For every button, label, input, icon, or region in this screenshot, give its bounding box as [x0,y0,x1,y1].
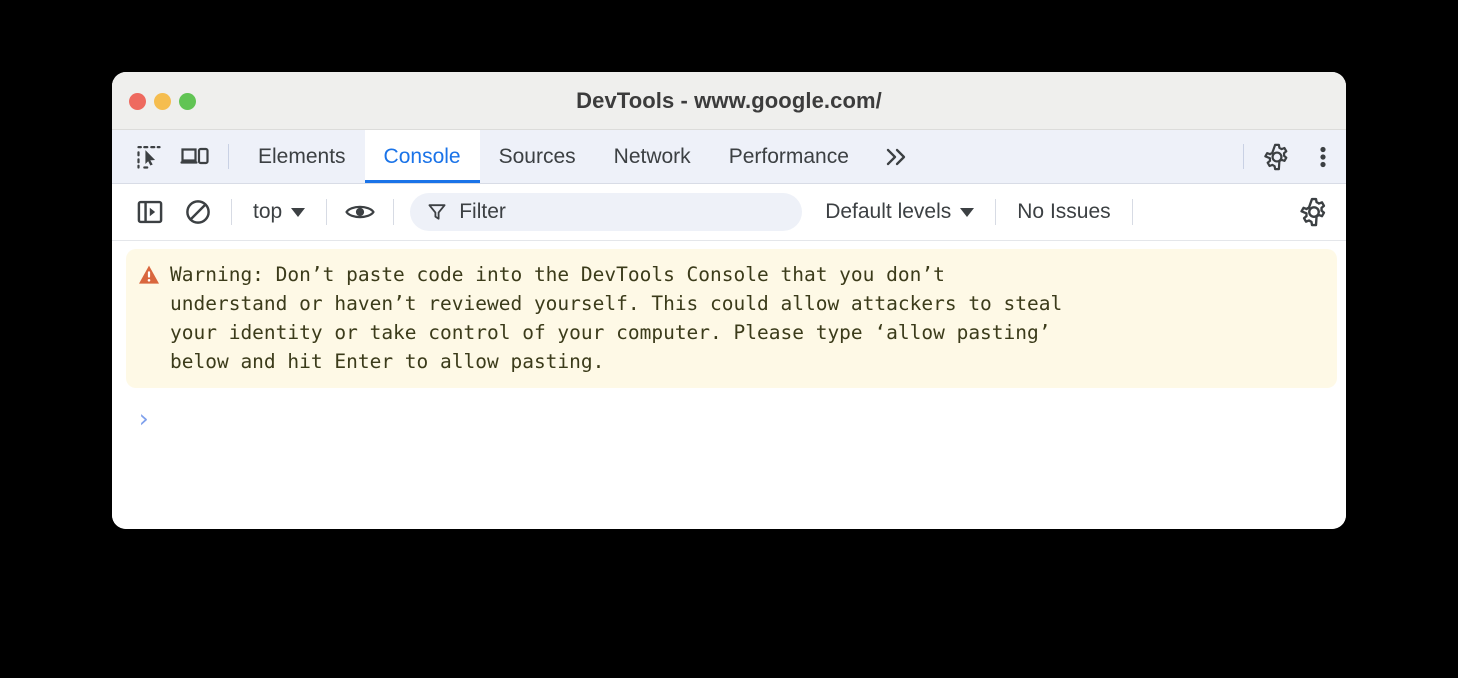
tabbar-right-group [1233,130,1346,183]
clear-console-icon [186,200,210,224]
prompt-chevron-icon: › [136,403,152,433]
gear-icon [1264,143,1288,170]
console-toolbar: top Filter Default levels No Issues [112,184,1346,241]
console-sidebar-icon [137,200,163,224]
warning-message-text: Warning: Don’t paste code into the DevTo… [170,263,1063,373]
gear-icon [1300,197,1326,227]
console-toolbar-divider-4 [995,199,997,225]
issues-counter-button[interactable]: No Issues [1005,200,1122,224]
console-toolbar-divider-2 [326,199,328,225]
chevron-double-right-icon [886,148,906,165]
tab-performance[interactable]: Performance [710,130,868,183]
devtools-tabbar: Elements Console Sources Network Perform… [112,130,1346,184]
tab-sources[interactable]: Sources [480,130,595,183]
devtools-window: DevTools - www.google.com/ Elements Cons… [112,72,1346,529]
log-level-selector[interactable]: Default levels [813,200,986,224]
tab-label: Sources [498,144,576,168]
clear-console-button[interactable] [174,188,222,236]
execution-context-label: top [253,200,283,223]
minimize-window-button[interactable] [154,92,171,110]
device-toolbar-button[interactable] [172,130,218,183]
log-level-label: Default levels [825,200,952,223]
window-title: DevTools - www.google.com/ [576,87,882,113]
traffic-light-group [129,72,196,130]
tabbar-divider [228,144,229,169]
console-toolbar-divider-3 [393,199,395,225]
zoom-window-button[interactable] [179,92,196,110]
screen-background: DevTools - www.google.com/ Elements Cons… [0,0,1458,678]
tab-elements[interactable]: Elements [239,130,365,183]
tabbar-right-divider [1243,144,1244,169]
filter-placeholder-text: Filter [459,200,506,223]
tab-label: Elements [258,144,346,168]
device-toolbar-icon [180,147,209,164]
devtools-settings-button[interactable] [1254,130,1300,183]
inspect-element-icon [137,145,161,169]
chevron-down-icon [960,207,975,217]
devtools-main-menu-button[interactable] [1300,130,1346,183]
live-expression-button[interactable] [336,188,384,236]
tab-console[interactable]: Console [364,130,480,183]
tab-label: Console [383,144,461,168]
more-tabs-button[interactable] [868,130,926,183]
tab-label: Network [613,144,691,168]
console-toolbar-divider-1 [231,199,232,225]
console-filter-input[interactable]: Filter [410,193,803,231]
live-expression-eye-icon [345,205,375,219]
warning-triangle-icon [139,265,159,284]
console-warning-message: Warning: Don’t paste code into the DevTo… [126,249,1337,388]
three-dots-vertical-icon [1320,146,1326,167]
console-toolbar-divider-5 [1131,199,1133,225]
chevron-down-icon [291,207,306,217]
window-titlebar: DevTools - www.google.com/ [112,72,1346,130]
tab-network[interactable]: Network [595,130,710,183]
console-sidebar-toggle-button[interactable] [126,188,174,236]
filter-funnel-icon [428,204,446,220]
tab-label: Performance [728,144,849,168]
close-window-button[interactable] [129,92,146,110]
inspect-element-button[interactable] [126,130,172,183]
console-message-area: Warning: Don’t paste code into the DevTo… [112,241,1346,529]
console-settings-button[interactable] [1290,188,1338,236]
console-prompt-row[interactable]: › [112,388,1346,432]
console-toolbar-right-group [1290,188,1346,236]
execution-context-selector[interactable]: top [241,200,317,224]
